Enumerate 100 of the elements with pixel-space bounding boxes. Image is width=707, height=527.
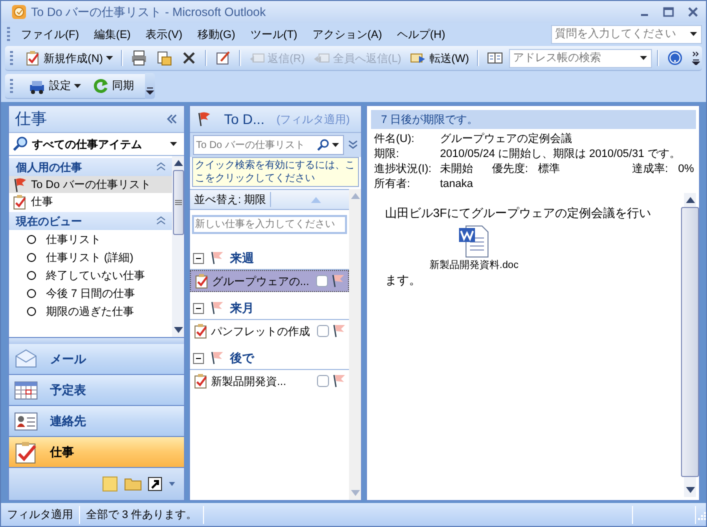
radio-button[interactable] xyxy=(27,306,36,316)
field-label: 所有者: xyxy=(374,177,412,191)
info-bar: 7 日後が期限です。 xyxy=(371,110,696,129)
shortcut-icon[interactable] xyxy=(148,477,162,491)
flag-icon[interactable] xyxy=(331,373,347,389)
group-header[interactable]: 来週 xyxy=(230,250,254,266)
collapse-icon xyxy=(156,162,166,172)
scrollbar[interactable] xyxy=(172,156,184,337)
radio-button[interactable] xyxy=(27,288,36,298)
new-task-field[interactable]: 新しい仕事を入力してください xyxy=(192,215,347,234)
dropdown-arrow-icon xyxy=(639,55,648,61)
section-header[interactable]: 個人用の仕事 xyxy=(9,158,172,176)
folder-item[interactable]: To Do バーの仕事リスト xyxy=(9,176,172,193)
status-text: フィルタ適用 xyxy=(1,506,80,524)
calendar-icon xyxy=(14,378,38,402)
scrollbar[interactable] xyxy=(349,189,361,500)
toolbar-button[interactable]: 同期 xyxy=(90,76,137,96)
status-panel xyxy=(632,506,696,524)
close-icon[interactable] xyxy=(686,6,700,18)
caret-icon xyxy=(106,56,113,60)
word-document-icon[interactable] xyxy=(458,224,490,258)
flag-icon[interactable] xyxy=(331,323,347,339)
checkbox[interactable] xyxy=(316,275,328,287)
toolbar-button[interactable]: 転送(W) xyxy=(407,48,472,68)
menu-item[interactable]: ファイル(F) xyxy=(16,24,90,44)
section-header[interactable]: 現在のビュー xyxy=(9,212,172,230)
help-search-field[interactable]: 質問を入力してください xyxy=(551,24,702,44)
scroll-up-icon xyxy=(350,193,360,199)
sync-icon xyxy=(93,78,109,94)
task-icon xyxy=(193,373,209,389)
task-icon xyxy=(193,323,209,339)
collapse-icon xyxy=(156,216,166,226)
flag-icon xyxy=(209,300,225,316)
toolbar-button[interactable]: 設定 xyxy=(25,76,84,96)
group-header[interactable]: 来月 xyxy=(230,300,254,316)
menu-item[interactable]: 編集(E) xyxy=(89,24,141,44)
checkbox[interactable] xyxy=(317,375,329,387)
address-search-field[interactable]: アドレス帳の検索 xyxy=(508,48,652,68)
view-selector[interactable]: すべての仕事アイテム xyxy=(9,133,184,156)
menu-item[interactable]: アクション(A) xyxy=(307,24,392,44)
view-option[interactable]: 期限の過ぎた仕事 xyxy=(46,304,134,318)
window-title: To Do バーの仕事リスト - Microsoft Outlook xyxy=(31,4,266,20)
view-option[interactable]: 終了していない仕事 xyxy=(46,268,145,282)
expand-toggle[interactable] xyxy=(193,302,204,314)
expand-icon[interactable] xyxy=(348,140,358,150)
task-row[interactable]: パンフレットの作成 xyxy=(190,320,349,342)
dropdown-arrow-icon xyxy=(169,141,178,147)
caret-icon xyxy=(74,84,81,88)
scrollbar[interactable] xyxy=(684,193,696,497)
menu-item[interactable]: ヘルプ(H) xyxy=(392,24,456,44)
menu-item[interactable]: 表示(V) xyxy=(140,24,192,44)
dropdown-arrow-icon xyxy=(331,142,340,148)
expand-toggle[interactable] xyxy=(193,252,204,264)
scroll-down-icon xyxy=(350,490,360,496)
flag-icon xyxy=(196,111,212,127)
contact-card-icon xyxy=(14,410,38,432)
scroll-down-icon xyxy=(174,327,182,333)
view-option[interactable]: 仕事リスト (詳細) xyxy=(46,250,134,264)
nav-button[interactable]: 仕事 xyxy=(9,437,184,468)
attachment-name[interactable]: 新製品開発資料.doc xyxy=(429,258,519,272)
group-header[interactable]: 後で xyxy=(230,350,254,366)
toolbar-options-icon[interactable] xyxy=(692,51,700,65)
task-row[interactable]: 新製品開発資... xyxy=(190,370,349,392)
flag-icon[interactable] xyxy=(330,273,346,289)
nav-button[interactable]: 連絡先 xyxy=(9,406,184,437)
message-text: 山田ビル3Fにてグループウェアの定例会議を行い xyxy=(385,205,652,222)
radio-button[interactable] xyxy=(27,252,36,262)
collapse-pane-icon[interactable] xyxy=(166,114,178,124)
field-value: 2010/05/24 に開始し、期限は 2010/05/31 です。 xyxy=(440,147,680,161)
expand-toggle[interactable] xyxy=(193,352,204,364)
field-label: 件名(U): xyxy=(374,132,416,146)
radio-button[interactable] xyxy=(27,270,36,280)
info-tip[interactable]: クイック検索を有効にするには、ここをクリックしてください xyxy=(192,157,359,187)
view-option[interactable]: 今後 7 日間の仕事 xyxy=(46,286,136,300)
nav-button[interactable]: メール xyxy=(9,344,184,375)
envelope-icon xyxy=(14,348,38,370)
sort-arrow-icon xyxy=(311,196,322,202)
status-text: 全部で 3 件あります。 xyxy=(80,506,204,524)
toolbar-options-icon[interactable] xyxy=(145,73,155,99)
nav-button[interactable]: 予定表 xyxy=(9,375,184,406)
dropdown-arrow-icon xyxy=(689,31,698,37)
view-option[interactable]: 仕事リスト xyxy=(46,232,101,246)
task-row[interactable]: グループウェアの... xyxy=(190,270,349,292)
folder-item[interactable]: 仕事 xyxy=(9,193,172,210)
radio-button[interactable] xyxy=(27,234,36,244)
search-field[interactable]: To Do バーの仕事リスト xyxy=(193,135,344,155)
toolbar-button[interactable]: 新規作成(N) xyxy=(22,48,116,68)
flag-icon xyxy=(209,350,225,366)
configure-buttons-icon[interactable] xyxy=(168,481,176,487)
maximize-icon[interactable] xyxy=(662,6,676,18)
flag-icon xyxy=(12,176,28,192)
field-label: 優先度: xyxy=(492,162,528,176)
checkbox[interactable] xyxy=(317,325,329,337)
search-icon xyxy=(13,136,29,152)
menu-item[interactable]: ツール(T) xyxy=(245,24,308,44)
field-label: 進捗状況(I): xyxy=(374,162,432,176)
task-icon xyxy=(14,440,38,464)
menu-item[interactable]: 移動(G) xyxy=(192,24,246,44)
task-icon xyxy=(194,273,210,289)
field-value: tanaka xyxy=(440,178,474,190)
